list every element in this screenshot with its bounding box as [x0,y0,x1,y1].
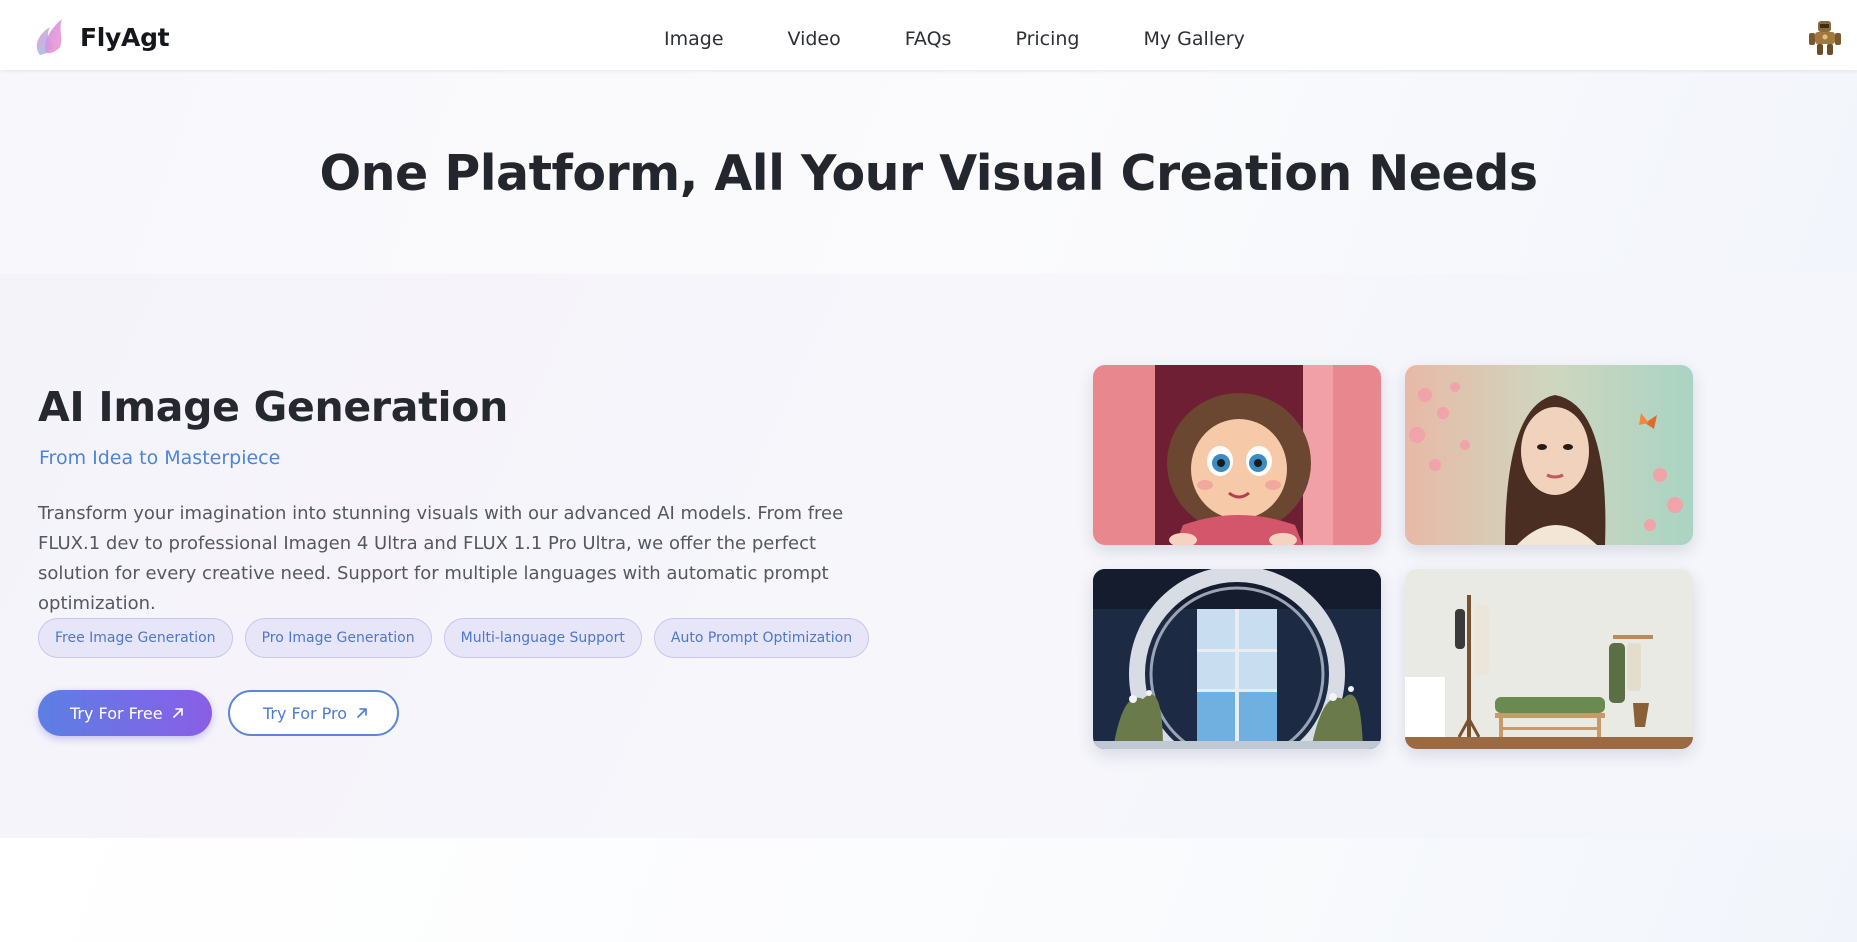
feature-tags: Free Image Generation Pro Image Generati… [38,618,881,658]
feature-description: Transform your imagination into stunning… [38,503,844,614]
tag-free-image-generation: Free Image Generation [38,618,233,658]
hallway-bench-rack-image [1405,569,1693,749]
gallery-image-woman-blossoms[interactable] [1405,365,1693,545]
hero-title: One Platform, All Your Visual Creation N… [319,145,1538,202]
winter-arch-window-image [1093,569,1381,749]
gallery-image-cartoon-girl[interactable] [1093,365,1381,545]
gallery-image-winter-arch-window[interactable] [1093,569,1381,749]
arrow-up-right-icon [172,708,183,718]
next-section [0,838,1857,942]
brand[interactable]: FlyAgt [34,17,170,57]
nav-my-gallery[interactable]: My Gallery [1144,0,1245,78]
nav-image[interactable]: Image [664,0,724,78]
nav-faqs[interactable]: FAQs [905,0,952,78]
woman-blossoms-image [1405,365,1693,545]
feature-subtitle: From Idea to Masterpiece [39,447,281,469]
try-for-free-button[interactable]: Try For Free [38,690,212,736]
tag-pro-image-generation: Pro Image Generation [244,618,432,658]
flame-logo-icon [36,19,62,55]
cartoon-girl-image [1093,365,1381,545]
brand-name: FlyAgt [80,22,170,52]
try-for-pro-label: Try For Pro [263,703,348,723]
user-avatar[interactable] [1807,18,1843,56]
site-header: FlyAgt Image Video FAQs Pricing My Galle… [0,0,1857,70]
tag-auto-prompt-optimization: Auto Prompt Optimization [653,618,870,658]
nav-video[interactable]: Video [788,0,841,78]
gallery-image-hallway-bench-rack[interactable] [1405,569,1693,749]
try-for-pro-button[interactable]: Try For Pro [228,690,399,736]
nav-pricing[interactable]: Pricing [1015,0,1079,78]
tag-multi-language-support: Multi-language Support [443,618,642,658]
arrow-up-right-icon [357,708,367,718]
main-nav: Image Video FAQs Pricing My Gallery [664,0,1245,78]
try-for-free-label: Try For Free [70,703,163,723]
cta-buttons: Try For Free Try For Pro [38,690,399,736]
feature-title: AI Image Generation [38,383,508,431]
